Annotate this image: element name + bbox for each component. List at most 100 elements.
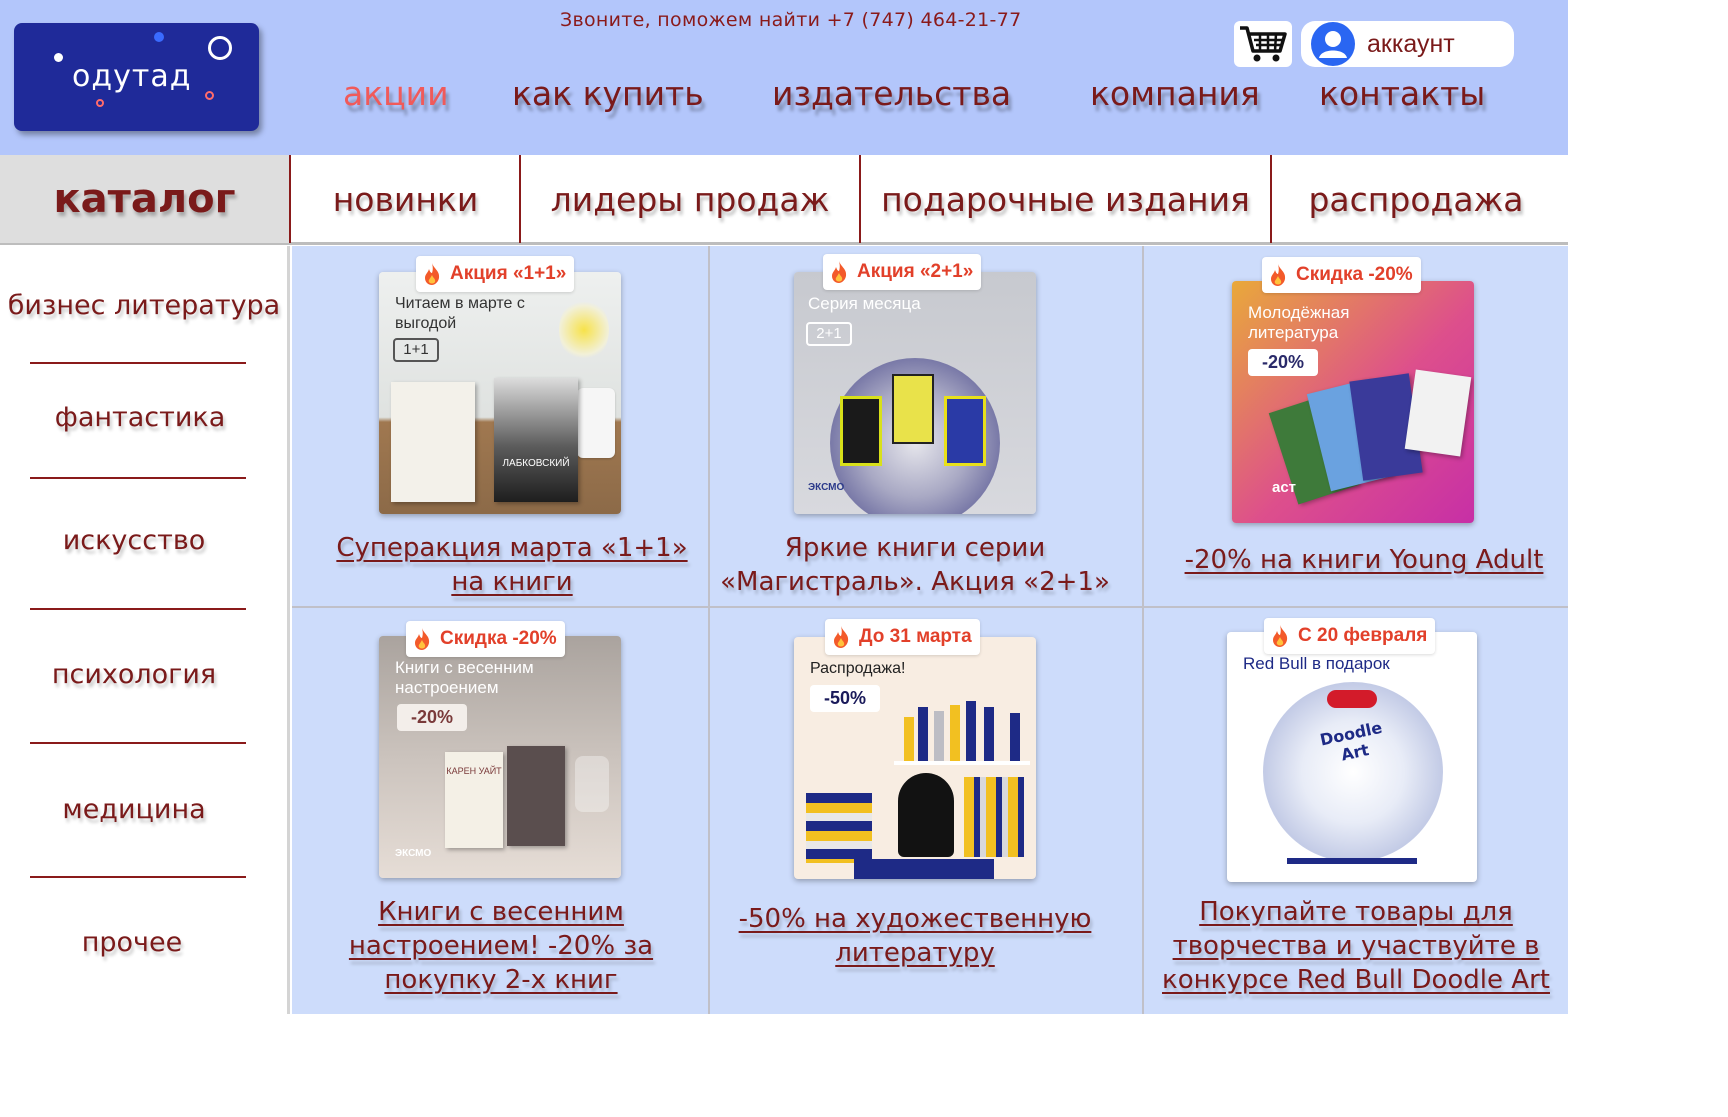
nav-contacts[interactable]: контакты bbox=[1319, 74, 1485, 113]
sidebar-divider bbox=[30, 362, 246, 364]
promo-title-link[interactable]: -50% на художественную литературу bbox=[712, 902, 1118, 970]
sidebar-item-medicine[interactable]: медицина bbox=[0, 794, 274, 825]
tab-new[interactable]: новинки bbox=[292, 155, 519, 243]
sidebar-item-psychology[interactable]: психология bbox=[0, 659, 274, 690]
brand-logo: ЭКСМО bbox=[395, 848, 432, 859]
tab-gift-editions[interactable]: подарочные издания bbox=[861, 155, 1270, 243]
promo-image-heading: Red Bull в подарок bbox=[1243, 654, 1390, 673]
promo-title-line: конкурсе Red Bull Doodle Art bbox=[1162, 965, 1550, 995]
promo-badge-text: Акция «2+1» bbox=[857, 261, 974, 282]
book-author: ЛАБКОВСКИЙ bbox=[502, 458, 570, 469]
brand-logo: аст bbox=[1272, 479, 1297, 496]
book-author: КАРЕН УАЙТ bbox=[446, 766, 502, 776]
fire-icon bbox=[1271, 264, 1286, 286]
book-spine bbox=[1010, 713, 1020, 761]
promo-badge-text: Скидка -20% bbox=[1296, 264, 1413, 285]
promo-image[interactable]: Читаем в марте с выгодой 1+1 ЛАБКОВСКИЙ bbox=[379, 272, 621, 514]
account-button[interactable]: аккаунт bbox=[1301, 21, 1514, 67]
tab-catalog[interactable]: каталог bbox=[0, 155, 291, 243]
promo-image-heading: Читаем в марте с выгодой bbox=[395, 295, 525, 332]
promo-image[interactable]: Книги с весенним настроением -20% КАРЕН … bbox=[379, 636, 621, 878]
sidebar-item-other[interactable]: прочее bbox=[0, 927, 272, 958]
image-caption bbox=[1287, 858, 1417, 864]
promo-title-line: творчества и участвуйте в bbox=[1172, 931, 1540, 961]
book-spine bbox=[918, 707, 928, 761]
nav-publishers[interactable]: издательства bbox=[772, 74, 1011, 113]
promo-title-line: «Магистраль». Акция «2+1» bbox=[720, 567, 1110, 597]
tab-sale[interactable]: распродажа bbox=[1272, 155, 1560, 243]
cart-icon bbox=[1240, 26, 1287, 62]
user-avatar-icon bbox=[1311, 22, 1355, 66]
red-bull-logo bbox=[1327, 690, 1377, 708]
book-spine bbox=[950, 705, 960, 761]
promo-image[interactable]: Red Bull в подарок Doodle Art bbox=[1227, 632, 1477, 882]
promo-badge-text: С 20 февраля bbox=[1298, 625, 1428, 646]
logo-text: одутад bbox=[72, 59, 192, 94]
promo-title-link[interactable]: Покупайте товары для творчества и участв… bbox=[1146, 895, 1566, 997]
reader-figure bbox=[898, 773, 954, 857]
promo-image-tag: 2+1 bbox=[806, 322, 852, 346]
promo-title-link[interactable]: -20% на книги Young Adult bbox=[1150, 543, 1578, 577]
nav-promotions[interactable]: акции bbox=[343, 74, 449, 113]
book-spine bbox=[984, 707, 994, 761]
cart-button[interactable] bbox=[1234, 21, 1292, 67]
promo-badge-text: Скидка -20% bbox=[440, 628, 557, 649]
glass-vase bbox=[575, 756, 609, 812]
desk bbox=[854, 859, 994, 879]
catalog-tab-bar: каталог новинки лидеры продаж подарочные… bbox=[0, 155, 1568, 245]
book-cover bbox=[507, 746, 565, 846]
promo-image[interactable]: Серия месяца 2+1 ЭКСМО bbox=[794, 272, 1036, 514]
brand-logo: ЭКСМО bbox=[808, 482, 845, 493]
logo-dot bbox=[205, 91, 214, 100]
logo-dot bbox=[154, 32, 164, 42]
grid-divider bbox=[1142, 246, 1144, 1014]
book-spine bbox=[934, 711, 944, 761]
promo-title-link[interactable]: Книги с весенним настроением! -20% за по… bbox=[296, 895, 706, 997]
sidebar-item-fantasy[interactable]: фантастика bbox=[0, 402, 280, 433]
sidebar-item-business[interactable]: бизнес литература bbox=[4, 290, 284, 321]
book-cover: ЛАБКОВСКИЙ bbox=[494, 378, 578, 502]
phone-text: Звоните, поможем найти +7 (747) 464-21-7… bbox=[560, 9, 1022, 31]
sidebar-item-art[interactable]: искусство bbox=[0, 525, 274, 556]
book-cover: КАРЕН УАЙТ bbox=[445, 752, 503, 848]
promo-image[interactable]: Молодёжная литература -20% аст bbox=[1232, 281, 1474, 523]
daffodil-flowers bbox=[559, 298, 609, 362]
promo-badge: До 31 марта bbox=[825, 619, 980, 655]
promo-image[interactable]: Распродажа! -50% bbox=[794, 637, 1036, 879]
nav-how-to-buy[interactable]: как купить bbox=[512, 74, 704, 113]
promo-image-tag: -20% bbox=[1248, 349, 1319, 376]
promo-title-line: Суперакция марта «1+1» bbox=[336, 533, 688, 563]
grid-divider bbox=[708, 246, 710, 1014]
promo-badge-text: Акция «1+1» bbox=[450, 263, 567, 284]
sidebar-divider bbox=[30, 742, 246, 744]
book-cover bbox=[840, 396, 882, 466]
tab-divider bbox=[859, 155, 861, 243]
promo-badge: Скидка -20% bbox=[1262, 257, 1421, 293]
logo-dot bbox=[54, 53, 63, 62]
promo-title-line: на книги bbox=[451, 567, 573, 597]
promo-image-tag: -20% bbox=[397, 704, 468, 731]
category-sidebar: бизнес литература фантастика искусство п… bbox=[0, 246, 290, 1014]
site-header: одутад Звоните, поможем найти +7 (747) 4… bbox=[0, 0, 1568, 155]
book-row bbox=[964, 777, 1024, 857]
grid-divider bbox=[292, 606, 1568, 608]
fire-icon bbox=[834, 626, 849, 648]
promo-title-link[interactable]: Суперакция марта «1+1» на книги bbox=[300, 531, 724, 599]
promo-title-line: Книги с весенним bbox=[378, 897, 624, 927]
logo[interactable]: одутад bbox=[14, 23, 259, 131]
book-spine bbox=[966, 701, 976, 761]
promo-title-line: -20% на книги Young Adult bbox=[1184, 545, 1544, 575]
promo-image-heading: Книги с весенним настроением bbox=[395, 658, 534, 697]
promo-title-line: -50% на художественную bbox=[738, 904, 1092, 934]
fire-icon bbox=[415, 628, 430, 650]
tab-bestsellers[interactable]: лидеры продаж bbox=[521, 155, 859, 243]
fire-icon bbox=[832, 261, 847, 283]
fire-icon bbox=[1273, 625, 1288, 647]
logo-dot bbox=[96, 99, 104, 107]
nav-company[interactable]: компания bbox=[1090, 74, 1260, 113]
promo-title[interactable]: Яркие книги серии «Магистраль». Акция «2… bbox=[710, 531, 1120, 599]
sidebar-divider bbox=[30, 608, 246, 610]
promo-image-heading: Серия месяца bbox=[808, 294, 921, 313]
promo-image-tag: -50% bbox=[810, 685, 881, 712]
vase bbox=[577, 388, 615, 458]
